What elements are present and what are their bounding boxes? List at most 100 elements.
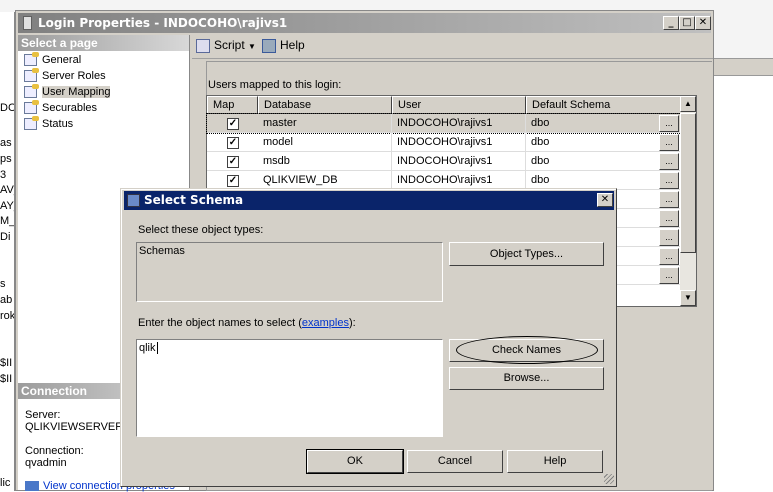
database-cell: master xyxy=(258,114,392,133)
page-label: Securables xyxy=(42,102,98,114)
map-checkbox[interactable]: ✓ xyxy=(227,137,239,149)
ok-button[interactable]: OK xyxy=(306,449,404,474)
bg-fragment: DC xyxy=(0,102,15,114)
page-user-mapping[interactable]: User Mapping xyxy=(22,84,111,100)
database-cell: msdb xyxy=(258,152,392,171)
page-icon xyxy=(24,84,39,98)
grid-scrollbar[interactable]: ▲ ▼ xyxy=(680,96,696,306)
names-value: qlik xyxy=(139,342,156,354)
schema-browse-button[interactable]: ... xyxy=(659,172,679,189)
object-types-label: Select these object types: xyxy=(138,224,264,236)
page-icon xyxy=(24,100,39,114)
scroll-up-icon[interactable]: ▲ xyxy=(680,96,696,112)
table-row[interactable]: ✓ model INDOCOHO\rajivs1 dbo ... xyxy=(207,133,681,152)
check-names-button[interactable]: Check Names xyxy=(449,336,604,364)
page-label: General xyxy=(42,54,82,66)
database-cell: model xyxy=(258,133,392,152)
connection-value: qvadmin xyxy=(25,457,67,469)
help-label: Help xyxy=(280,38,305,52)
column-header-user[interactable]: User xyxy=(392,96,526,114)
user-cell: INDOCOHO\rajivs1 xyxy=(392,152,526,171)
bg-fragment: as xyxy=(0,137,12,149)
dialog-close-button[interactable]: ✕ xyxy=(597,193,613,207)
schema-cell: dbo xyxy=(531,155,550,167)
schema-cell: dbo xyxy=(531,136,550,148)
object-types-button[interactable]: Object Types... xyxy=(449,242,604,266)
bg-fragment: $II xyxy=(0,373,13,385)
page-icon xyxy=(24,68,39,82)
browse-button[interactable]: Browse... xyxy=(449,367,604,390)
scroll-thumb[interactable] xyxy=(680,113,696,253)
table-row[interactable]: ✓ master INDOCOHO\rajivs1 dbo ... xyxy=(206,113,682,134)
maximize-button[interactable]: □ xyxy=(679,16,695,30)
column-header-database[interactable]: Database xyxy=(258,96,392,114)
background-toolbar xyxy=(714,58,773,76)
enter-names-suffix: ): xyxy=(348,317,356,329)
scroll-down-icon[interactable]: ▼ xyxy=(680,290,696,306)
schema-browse-button[interactable]: ... xyxy=(659,267,679,284)
schema-icon xyxy=(127,194,140,207)
dropdown-arrow-icon: ▼ xyxy=(248,42,256,51)
select-schema-dialog: Select Schema ✕ Select these object type… xyxy=(120,188,617,487)
bg-fragment: M_ xyxy=(0,215,15,227)
schema-browse-button[interactable]: ... xyxy=(659,191,679,208)
bg-fragment: rok xyxy=(0,310,15,322)
user-cell: INDOCOHO\rajivs1 xyxy=(392,114,526,133)
close-button[interactable]: ✕ xyxy=(695,16,711,30)
schema-cell: dbo xyxy=(531,117,550,129)
column-header-map[interactable]: Map xyxy=(207,96,258,114)
connection-label: Connection: xyxy=(25,445,84,457)
help-icon xyxy=(262,38,276,53)
schema-browse-button[interactable]: ... xyxy=(659,134,679,151)
page-icon xyxy=(24,52,39,66)
map-checkbox[interactable]: ✓ xyxy=(227,175,239,187)
users-mapped-label: Users mapped to this login: xyxy=(208,79,342,91)
bg-fragment: lic xyxy=(0,477,11,489)
computer-icon xyxy=(25,481,39,492)
bg-fragment: AV_ xyxy=(0,184,14,196)
examples-link[interactable]: examples xyxy=(302,317,349,329)
column-header-default-schema[interactable]: Default Schema xyxy=(526,96,681,114)
window-titlebar[interactable]: Login Properties - INDOCOHO\rajivs1 _ □ … xyxy=(18,13,711,33)
toolbar: Script ▼ Help xyxy=(192,35,713,59)
dialog-titlebar[interactable]: Select Schema ✕ xyxy=(124,191,614,210)
bg-fragment: s xyxy=(0,278,6,290)
script-icon xyxy=(196,38,210,53)
help-button[interactable]: Help xyxy=(262,38,305,53)
map-checkbox[interactable]: ✓ xyxy=(227,156,239,168)
page-status[interactable]: Status xyxy=(22,116,73,132)
window-title: Login Properties - INDOCOHO\rajivs1 xyxy=(38,16,288,30)
resize-grip-icon[interactable] xyxy=(604,474,614,484)
server-label: Server: xyxy=(25,409,61,421)
bg-fragment: Di xyxy=(0,231,11,243)
page-server-roles[interactable]: Server Roles xyxy=(22,68,106,84)
background-app-strip: DC as ps 3 AV_ AY_ M_ Di s ab rok $II $I… xyxy=(0,12,15,491)
enter-names-label: Enter the object names to select (exampl… xyxy=(138,317,356,329)
map-checkbox[interactable]: ✓ xyxy=(227,118,239,130)
user-cell: INDOCOHO\rajivs1 xyxy=(392,133,526,152)
object-types-field: Schemas xyxy=(136,242,443,302)
object-names-input[interactable]: qlik xyxy=(136,339,443,437)
bg-fragment: 3 xyxy=(0,169,7,181)
object-types-value: Schemas xyxy=(139,245,185,257)
schema-browse-button[interactable]: ... xyxy=(659,229,679,246)
schema-browse-button[interactable]: ... xyxy=(659,248,679,265)
table-row[interactable]: ✓ msdb INDOCOHO\rajivs1 dbo ... xyxy=(207,152,681,171)
minimize-button[interactable]: _ xyxy=(663,16,679,30)
script-button[interactable]: Script ▼ xyxy=(196,38,256,53)
text-cursor xyxy=(156,342,158,354)
dialog-help-button[interactable]: Help xyxy=(507,450,603,473)
page-securables[interactable]: Securables xyxy=(22,100,97,116)
cancel-button[interactable]: Cancel xyxy=(407,450,503,473)
dialog-title: Select Schema xyxy=(144,193,244,207)
schema-browse-button[interactable]: ... xyxy=(659,153,679,170)
schema-browse-button[interactable]: ... xyxy=(659,210,679,227)
page-label: Status xyxy=(42,118,74,130)
highlight-ellipse xyxy=(456,336,598,364)
page-label: Server Roles xyxy=(42,70,106,82)
select-page-header: Select a page xyxy=(18,35,189,51)
server-value: QLIKVIEWSERVEF xyxy=(25,421,122,433)
script-label: Script xyxy=(214,38,245,52)
schema-browse-button[interactable]: ... xyxy=(659,115,679,132)
page-general[interactable]: General xyxy=(22,52,81,68)
